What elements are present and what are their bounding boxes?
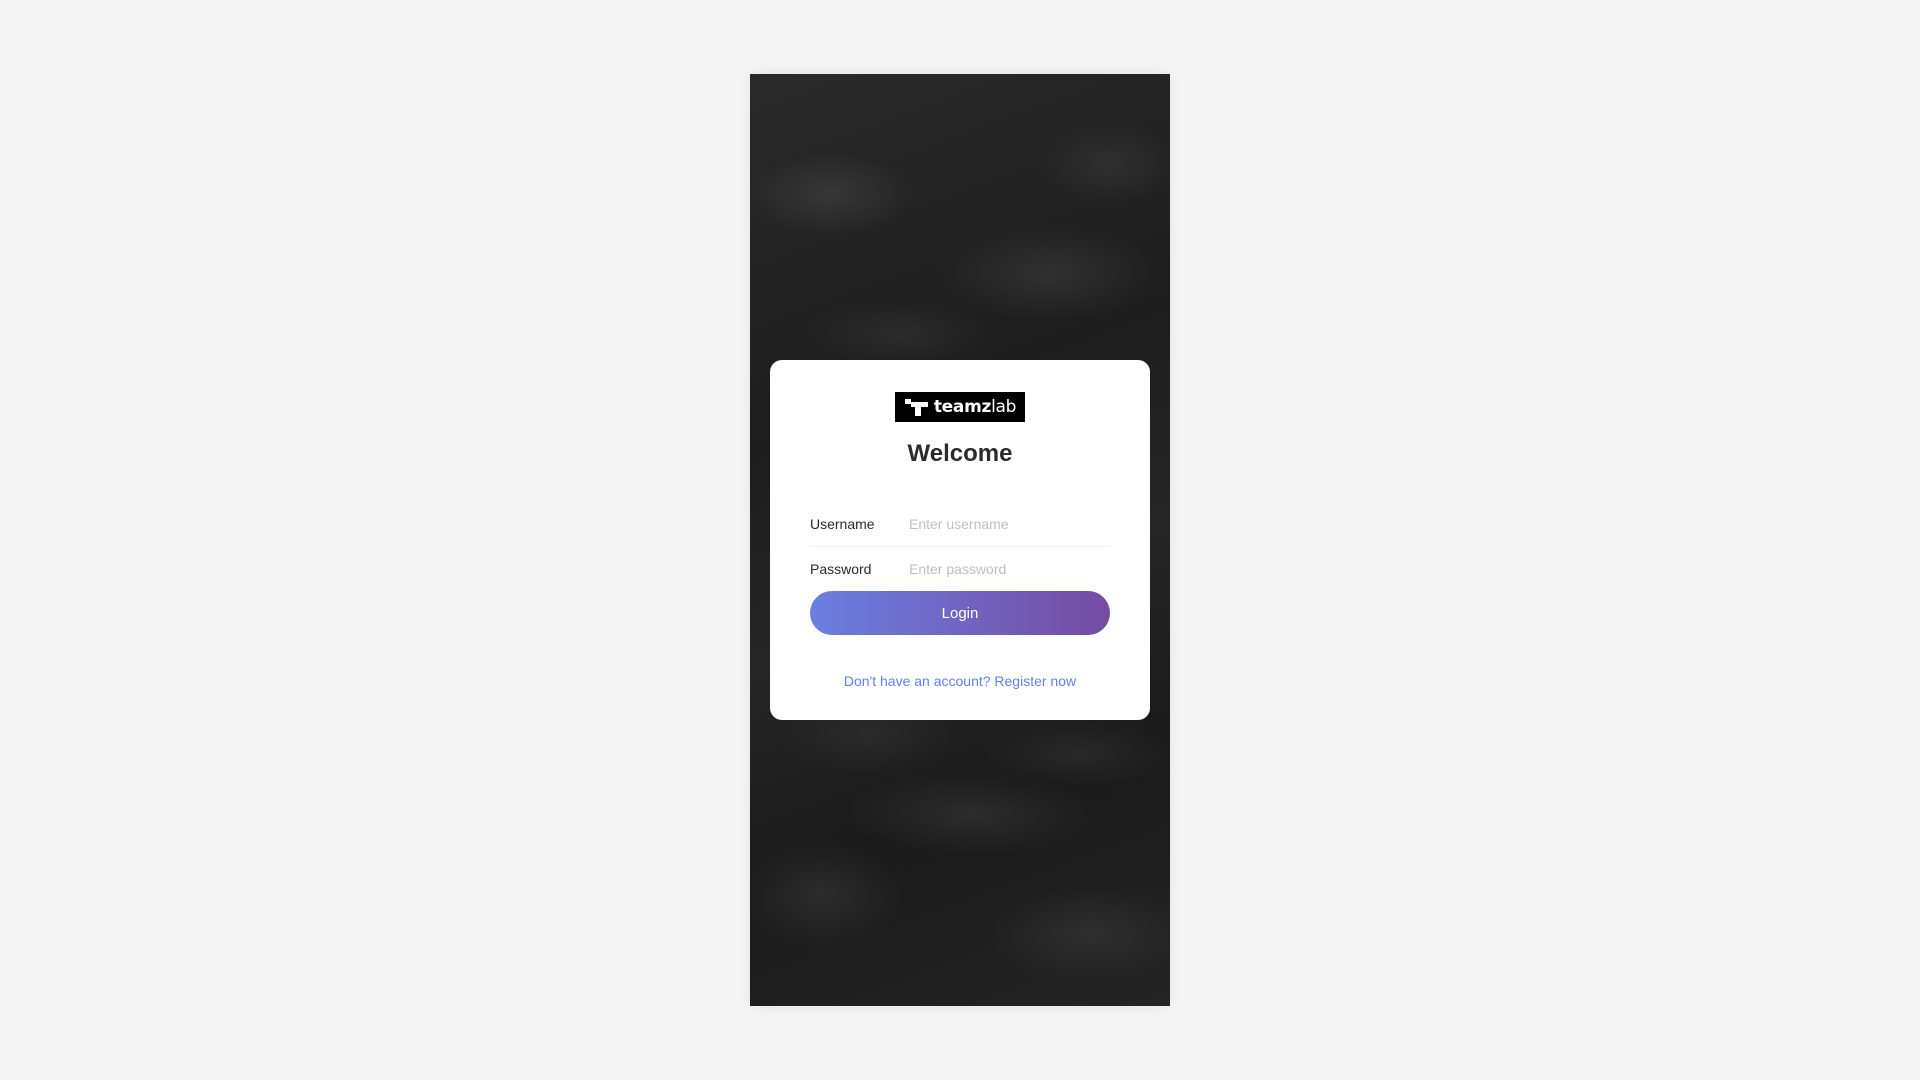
- logo-text-bold: teamz: [933, 397, 992, 417]
- username-row: Username: [810, 502, 1110, 547]
- app-frame: teamzlab Welcome Username Password Login…: [750, 74, 1170, 1006]
- username-label: Username: [810, 516, 875, 532]
- login-card: teamzlab Welcome Username Password Login…: [770, 360, 1150, 720]
- username-input[interactable]: [909, 516, 1110, 532]
- password-row: Password: [810, 547, 1110, 591]
- brand-logo: teamz lab: [895, 392, 1025, 422]
- login-button[interactable]: Login: [810, 591, 1110, 635]
- teamzlab-logo-icon: [904, 399, 928, 416]
- password-input[interactable]: [909, 561, 1110, 577]
- page-title: Welcome: [907, 440, 1013, 467]
- register-link[interactable]: Don't have an account? Register now: [810, 673, 1110, 689]
- password-label: Password: [810, 561, 872, 577]
- logo-text-light: lab: [991, 397, 1017, 417]
